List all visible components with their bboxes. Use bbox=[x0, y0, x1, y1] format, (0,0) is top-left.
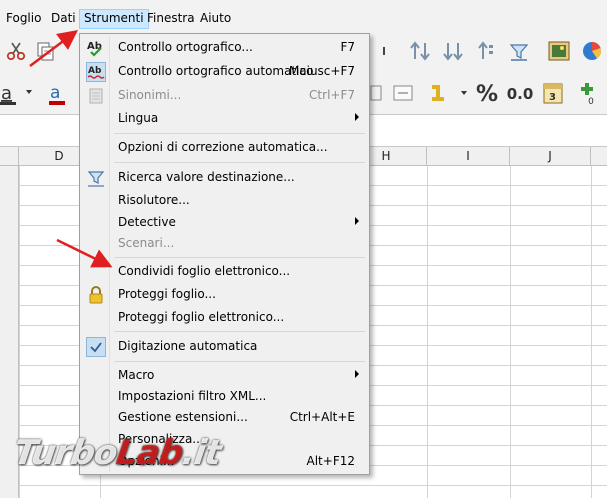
annotation-arrow-condividi bbox=[56, 238, 113, 268]
turbolab-watermark-logo: TurboLab.it bbox=[11, 433, 223, 473]
annotation-arrow-strumenti bbox=[29, 30, 78, 67]
watermark-part3: .it bbox=[179, 433, 224, 473]
watermark-part2: Lab bbox=[113, 433, 186, 473]
watermark-part1: Turbo bbox=[11, 433, 120, 473]
annotation-arrows bbox=[29, 30, 113, 268]
